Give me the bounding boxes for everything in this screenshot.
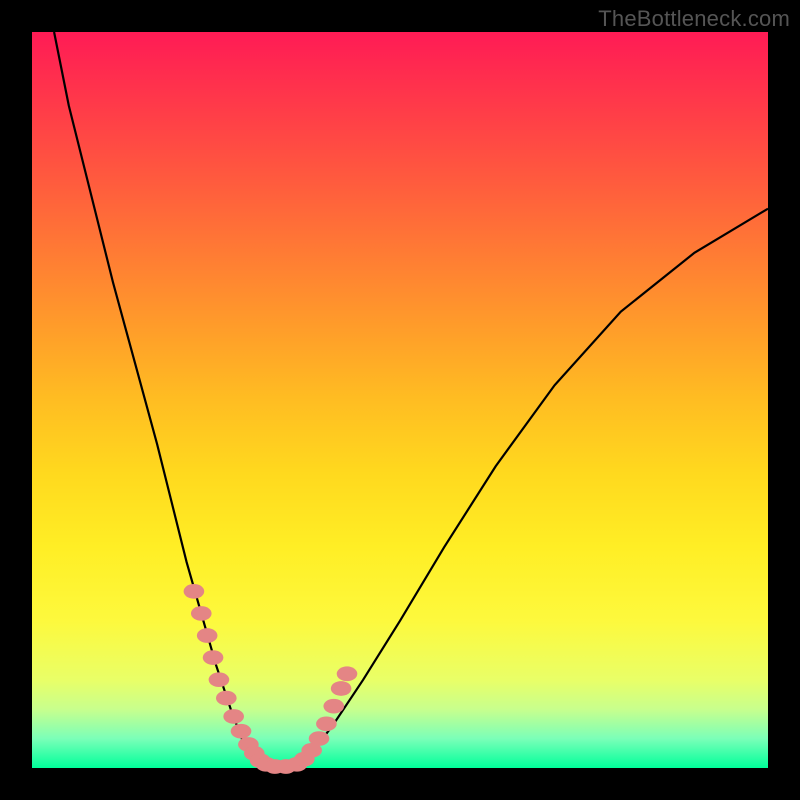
data-dot (231, 724, 252, 739)
data-dot (323, 699, 344, 714)
data-dot (191, 606, 212, 621)
watermark-text: TheBottleneck.com (598, 6, 790, 32)
curve-group (54, 32, 768, 768)
data-dot (209, 672, 230, 687)
bottleneck-curve-left (54, 32, 264, 768)
data-dot (316, 716, 337, 731)
data-dot (309, 731, 330, 746)
bottleneck-curve-right (297, 209, 768, 768)
data-dot (223, 709, 244, 724)
data-dot (337, 666, 358, 681)
dot-group (184, 584, 358, 774)
plot-area (32, 32, 768, 768)
chart-frame: TheBottleneck.com (0, 0, 800, 800)
data-dot (197, 628, 218, 643)
data-dot (331, 681, 352, 696)
data-dot (203, 650, 224, 665)
data-dot (184, 584, 205, 599)
chart-svg (32, 32, 768, 768)
data-dot (216, 691, 237, 706)
